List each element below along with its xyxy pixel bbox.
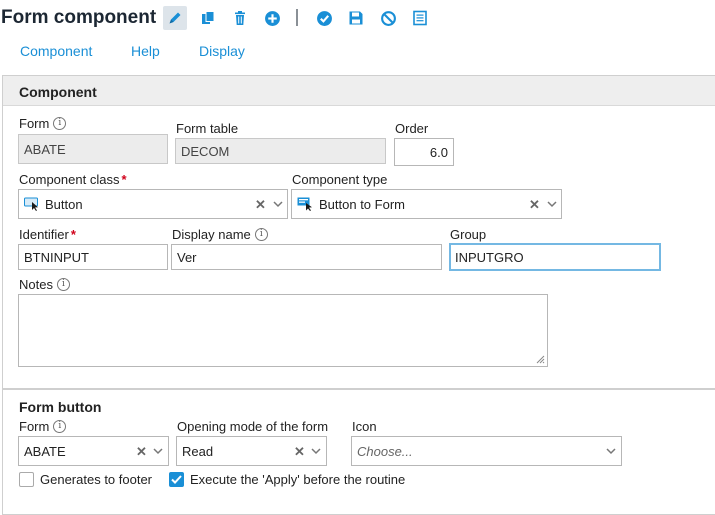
component-type-label: Component type (292, 172, 388, 187)
identifier-field[interactable]: BTNINPUT (18, 244, 168, 270)
form-label-text: Form (19, 116, 50, 131)
menu-component[interactable]: Component (20, 43, 92, 59)
generates-footer-checkbox[interactable] (19, 472, 34, 487)
button-cursor-icon (24, 197, 40, 211)
list-icon (413, 10, 427, 26)
edit-icon (169, 12, 181, 24)
opening-mode-label: Opening mode of the form (177, 419, 329, 434)
identifier-label: Identifier * (19, 227, 76, 242)
chevron-down-icon[interactable] (606, 448, 616, 455)
group-label: Group (450, 227, 487, 242)
fb-form-label: Form i (19, 419, 67, 434)
menu-display[interactable]: Display (199, 43, 245, 59)
fb-form-select[interactable]: ABATE ✕ (18, 436, 169, 466)
info-icon[interactable]: i (53, 117, 67, 130)
group-field[interactable]: INPUTGRO (449, 243, 661, 271)
delete-icon (235, 11, 245, 25)
button-to-form-icon (297, 197, 314, 211)
display-name-field[interactable]: Ver (171, 244, 442, 270)
component-class-label-text: Component class (19, 172, 120, 187)
opening-mode-select[interactable]: Read ✕ (176, 436, 327, 466)
fb-form-label-text: Form (19, 419, 50, 434)
icon-select[interactable]: Choose... (351, 436, 622, 466)
component-section-title: Component (19, 84, 97, 100)
delete-button[interactable] (228, 6, 252, 30)
info-icon[interactable]: i (254, 228, 268, 241)
clear-icon[interactable]: ✕ (294, 444, 305, 460)
checkmark-icon (171, 475, 182, 484)
form-table-field: DECOM (175, 138, 386, 164)
execute-apply-label: Execute the 'Apply' before the routine (190, 472, 406, 487)
info-icon[interactable]: i (56, 278, 70, 291)
confirm-button[interactable] (312, 6, 336, 30)
notes-label: Notes i (19, 277, 70, 292)
save-button[interactable] (344, 6, 368, 30)
notes-textarea[interactable] (18, 294, 548, 367)
menu-help[interactable]: Help (131, 43, 160, 59)
toolbar-separator (296, 9, 298, 26)
copy-button[interactable] (196, 6, 220, 30)
copy-icon (202, 11, 215, 24)
add-icon (264, 10, 280, 26)
add-button[interactable] (260, 6, 284, 30)
clear-icon[interactable]: ✕ (529, 197, 540, 213)
required-marker: * (70, 227, 76, 242)
component-class-select[interactable]: Button ✕ (18, 189, 288, 219)
display-name-label: Display name i (172, 227, 268, 242)
notes-label-text: Notes (19, 277, 53, 292)
execute-apply-checkbox[interactable] (169, 472, 184, 487)
opening-mode-value: Read (182, 443, 214, 459)
info-icon[interactable]: i (53, 420, 67, 433)
display-name-label-text: Display name (172, 227, 251, 242)
form-label: Form i (19, 116, 67, 131)
order-field[interactable]: 6.0 (394, 138, 454, 166)
chevron-down-icon[interactable] (547, 201, 557, 208)
cancel-icon (380, 10, 396, 26)
page-title: Form component (1, 7, 157, 28)
list-button[interactable] (408, 6, 432, 30)
confirm-icon (316, 10, 332, 26)
identifier-label-text: Identifier (19, 227, 69, 242)
form-table-label: Form table (176, 121, 239, 136)
clear-icon[interactable]: ✕ (255, 197, 266, 213)
component-section-header (3, 76, 715, 106)
generates-footer-label: Generates to footer (40, 472, 153, 487)
cancel-button[interactable] (376, 6, 400, 30)
required-marker: * (121, 172, 127, 187)
component-class-label: Component class * (19, 172, 127, 187)
component-class-value: Button (45, 196, 83, 212)
chevron-down-icon[interactable] (273, 201, 283, 208)
order-label: Order (395, 121, 429, 136)
clear-icon[interactable]: ✕ (136, 444, 147, 460)
form-button-section-title: Form button (19, 399, 102, 415)
resize-handle-icon[interactable] (535, 354, 545, 364)
chevron-down-icon[interactable] (153, 448, 163, 455)
component-type-select[interactable]: Button to Form ✕ (291, 189, 562, 219)
fb-form-value: ABATE (24, 443, 66, 459)
chevron-down-icon[interactable] (311, 448, 321, 455)
component-type-value: Button to Form (319, 196, 405, 212)
icon-placeholder: Choose... (357, 443, 413, 459)
icon-label: Icon (352, 419, 377, 434)
save-icon (349, 11, 363, 25)
form-field: ABATE (18, 134, 168, 164)
edit-button[interactable] (163, 6, 187, 30)
